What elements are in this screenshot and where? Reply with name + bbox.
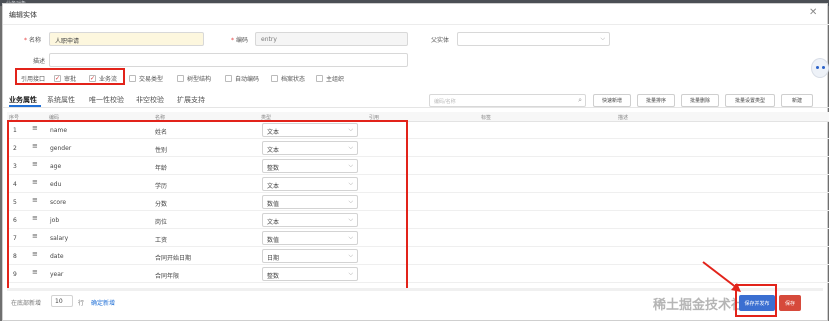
add-rows-count-input[interactable]: 10 [51,295,73,307]
robot-eye-right [822,66,825,69]
robot-eye-left [816,66,819,69]
highlight-box-table [7,120,408,290]
checkbox-transaction-type[interactable] [129,75,136,82]
dialog-title: 编辑实体 [9,11,37,19]
search-icon[interactable]: ⌕ [578,96,582,105]
confirm-add-link[interactable]: 确定新增 [91,298,115,307]
close-icon[interactable]: ✕ [809,7,817,18]
option-transaction-type[interactable]: 交易类型 [129,74,163,83]
batch-set-type-button[interactable]: 批量设置类型 [725,94,775,107]
quick-add-button[interactable]: 快速新增 [593,94,631,107]
option-main-org[interactable]: 主组织 [316,74,344,83]
batch-delete-button[interactable]: 批量删除 [681,94,719,107]
option-auto-code[interactable]: 自动编码 [225,74,259,83]
highlight-box-save [735,284,777,317]
checkbox-approval[interactable]: ✓ [54,75,61,82]
ref-interface-label: 引用接口 [21,76,46,83]
tab-uniqueness[interactable]: 唯一性校验 [89,95,124,105]
chevron-down-icon: ⌵ [600,35,605,42]
row-unit-label: 行 [78,300,85,307]
header-divider [3,24,829,25]
checkbox-main-org[interactable] [316,75,323,82]
option-archive-status[interactable]: 档案状态 [271,74,305,83]
checkbox-tree-structure[interactable] [177,75,184,82]
add-rows-label: 在底部新增 [11,300,42,307]
parent-entity-label: 父实体 [431,37,450,44]
save-button[interactable]: 保存 [779,295,801,311]
parent-entity-select[interactable]: ⌵ [457,32,610,46]
tab-divider [3,107,829,108]
desc-label: 描述 [33,58,46,65]
tab-not-null[interactable]: 非空校验 [136,95,164,105]
new-button[interactable]: 新建 [781,94,813,107]
option-workflow[interactable]: ✓ 业务流 [89,74,117,83]
code-field[interactable]: entry [255,32,408,46]
code-label: * 编码 [231,37,249,44]
option-approval[interactable]: ✓ 审批 [54,74,76,83]
checkbox-auto-code[interactable] [225,75,232,82]
option-tree-structure[interactable]: 树型结构 [177,74,211,83]
batch-sort-button[interactable]: 批量排序 [637,94,675,107]
edit-entity-dialog: 编辑实体 ✕ * 名称 人职申请 * 编码 entry 父实体 ⌵ 描述 引用接口 … [2,3,829,321]
col-header-desc: 描述 [618,115,629,121]
tab-system-attrs[interactable]: 系统属性 [47,95,75,105]
assistant-robot-icon[interactable] [811,58,829,78]
name-label: * 名称 [24,37,42,44]
checkbox-workflow[interactable]: ✓ [89,75,96,82]
name-field[interactable]: 人职申请 [49,32,204,46]
tab-extension[interactable]: 扩展支持 [177,95,205,105]
tab-business-attrs[interactable]: 业务属性 [9,95,37,105]
search-input[interactable]: 编码/名称 ⌕ [429,94,586,107]
col-header-tag: 标签 [481,115,492,121]
checkbox-archive-status[interactable] [271,75,278,82]
desc-field[interactable] [49,53,408,67]
